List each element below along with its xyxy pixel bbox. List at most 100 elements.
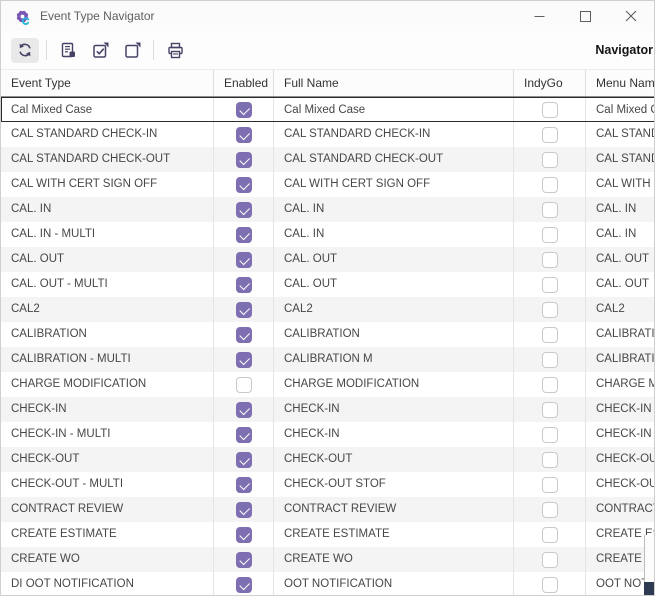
indygo-checkbox[interactable] — [542, 127, 558, 143]
event-type-cell[interactable]: CREATE WO — [1, 547, 214, 572]
check-all-button[interactable] — [86, 38, 114, 63]
table-row[interactable]: CAL STANDARD CHECK-IN CAL STANDARD CHECK-… — [1, 122, 655, 147]
enabled-checkbox[interactable] — [236, 452, 252, 468]
enabled-checkbox[interactable] — [236, 427, 252, 443]
close-button[interactable] — [608, 1, 654, 31]
enabled-cell[interactable] — [214, 572, 274, 596]
enabled-cell[interactable] — [214, 172, 274, 197]
enabled-checkbox[interactable] — [236, 502, 252, 518]
indygo-cell[interactable] — [514, 397, 586, 422]
event-type-cell[interactable]: CALIBRATION — [1, 322, 214, 347]
indygo-cell[interactable] — [514, 172, 586, 197]
event-type-cell[interactable]: CALIBRATION - MULTI — [1, 347, 214, 372]
menu-name-cell[interactable]: CAL. OUT — [586, 247, 655, 272]
full-name-cell[interactable]: CAL. IN — [274, 197, 514, 222]
event-type-cell[interactable]: CHECK-IN - MULTI — [1, 422, 214, 447]
enabled-cell[interactable] — [214, 497, 274, 522]
full-name-cell[interactable]: CAL. OUT — [274, 272, 514, 297]
enabled-checkbox[interactable] — [236, 402, 252, 418]
event-type-cell[interactable]: CREATE ESTIMATE — [1, 522, 214, 547]
indygo-checkbox[interactable] — [542, 177, 558, 193]
minimize-button[interactable] — [516, 1, 562, 31]
enabled-cell[interactable] — [214, 98, 274, 122]
full-name-cell[interactable]: CREATE WO — [274, 547, 514, 572]
full-name-cell[interactable]: CAL2 — [274, 297, 514, 322]
event-type-cell[interactable]: CAL WITH CERT SIGN OFF — [1, 172, 214, 197]
event-type-cell[interactable]: CHECK-OUT — [1, 447, 214, 472]
table-row[interactable]: CAL2CAL2CAL2 — [1, 297, 655, 322]
table-row[interactable]: CAL. INCAL. INCAL. IN — [1, 197, 655, 222]
full-name-cell[interactable]: CALIBRATION M — [274, 347, 514, 372]
full-name-cell[interactable]: CREATE ESTIMATE — [274, 522, 514, 547]
document-button[interactable] — [54, 38, 82, 63]
enabled-checkbox[interactable] — [236, 577, 252, 593]
full-name-cell[interactable]: CHECK-IN — [274, 397, 514, 422]
enabled-cell[interactable] — [214, 372, 274, 397]
indygo-cell[interactable] — [514, 372, 586, 397]
event-type-cell[interactable]: CONTRACT REVIEW — [1, 497, 214, 522]
menu-name-cell[interactable]: CAL. IN — [586, 197, 655, 222]
indygo-cell[interactable] — [514, 122, 586, 147]
enabled-checkbox[interactable] — [236, 527, 252, 543]
full-name-cell[interactable]: CAL WITH CERT SIGN OFF — [274, 172, 514, 197]
table-row[interactable]: CAL STANDARD CHECK-OUTCAL STANDARD CHECK… — [1, 147, 655, 172]
indygo-checkbox[interactable] — [542, 302, 558, 318]
maximize-button[interactable] — [562, 1, 608, 31]
table-row[interactable]: CREATE WOCREATE WOCREATE WO — [1, 547, 655, 572]
refresh-button[interactable] — [11, 38, 39, 63]
table-row[interactable]: CALIBRATION - MULTICALIBRATION MCALIBRAT… — [1, 347, 655, 372]
enabled-checkbox[interactable] — [236, 177, 252, 193]
menu-name-cell[interactable]: CAL STANDARD CHECK-IN — [586, 122, 655, 147]
full-name-cell[interactable]: CAL STANDARD CHECK-IN — [274, 122, 514, 147]
full-name-cell[interactable]: CONTRACT REVIEW — [274, 497, 514, 522]
indygo-cell[interactable] — [514, 347, 586, 372]
enabled-checkbox[interactable] — [236, 202, 252, 218]
full-name-cell[interactable]: CALIBRATION — [274, 322, 514, 347]
table-row[interactable]: CREATE ESTIMATECREATE ESTIMATECREATE EST… — [1, 522, 655, 547]
event-type-cell[interactable]: CAL STANDARD CHECK-IN — [1, 122, 214, 147]
enabled-cell[interactable] — [214, 447, 274, 472]
column-header-menu-name[interactable]: Menu Name — [586, 70, 655, 96]
indygo-checkbox[interactable] — [542, 452, 558, 468]
indygo-checkbox[interactable] — [542, 527, 558, 543]
enabled-checkbox[interactable] — [236, 327, 252, 343]
full-name-cell[interactable]: CAL. OUT — [274, 247, 514, 272]
indygo-cell[interactable] — [514, 572, 586, 596]
table-row[interactable]: Cal Mixed CaseCal Mixed CaseCal Mixed Ca… — [1, 97, 655, 122]
indygo-checkbox[interactable] — [542, 352, 558, 368]
table-row[interactable]: CONTRACT REVIEW CONTRACT REVIEW CONTRACT R… — [1, 497, 655, 522]
enabled-cell[interactable] — [214, 247, 274, 272]
column-header-event-type[interactable]: Event Type — [1, 70, 214, 96]
enabled-cell[interactable] — [214, 522, 274, 547]
menu-name-cell[interactable]: CHECK-IN — [586, 397, 655, 422]
table-row[interactable]: CHECK-OUT - MULTICHECK-OUT STOFCHECK-OUT… — [1, 472, 655, 497]
full-name-cell[interactable]: CAL. IN — [274, 222, 514, 247]
print-button[interactable] — [161, 38, 189, 63]
enabled-checkbox[interactable] — [236, 102, 252, 118]
column-header-full-name[interactable]: Full Name — [274, 70, 514, 96]
menu-name-cell[interactable]: CONTRACT REVIEW — [586, 497, 655, 522]
indygo-cell[interactable] — [514, 547, 586, 572]
indygo-checkbox[interactable] — [542, 427, 558, 443]
event-type-cell[interactable]: CAL. IN - MULTI — [1, 222, 214, 247]
event-type-cell[interactable]: DI OOT NOTIFICATION — [1, 572, 214, 596]
indygo-cell[interactable] — [514, 497, 586, 522]
indygo-cell[interactable] — [514, 297, 586, 322]
enabled-cell[interactable] — [214, 547, 274, 572]
full-name-cell[interactable]: CHECK-OUT STOF — [274, 472, 514, 497]
indygo-cell[interactable] — [514, 272, 586, 297]
indygo-cell[interactable] — [514, 247, 586, 272]
enabled-cell[interactable] — [214, 272, 274, 297]
enabled-cell[interactable] — [214, 222, 274, 247]
enabled-checkbox[interactable] — [236, 552, 252, 568]
indygo-cell[interactable] — [514, 197, 586, 222]
event-type-cell[interactable]: CHARGE MODIFICATION — [1, 372, 214, 397]
indygo-checkbox[interactable] — [542, 102, 558, 118]
table-row[interactable]: CHECK-OUTCHECK-OUTCHECK-OUT — [1, 447, 655, 472]
uncheck-all-button[interactable] — [118, 38, 146, 63]
indygo-checkbox[interactable] — [542, 327, 558, 343]
menu-name-cell[interactable]: CAL2 — [586, 297, 655, 322]
table-row[interactable]: CAL. IN - MULTICAL. INCAL. IN — [1, 222, 655, 247]
indygo-checkbox[interactable] — [542, 477, 558, 493]
indygo-checkbox[interactable] — [542, 577, 558, 593]
